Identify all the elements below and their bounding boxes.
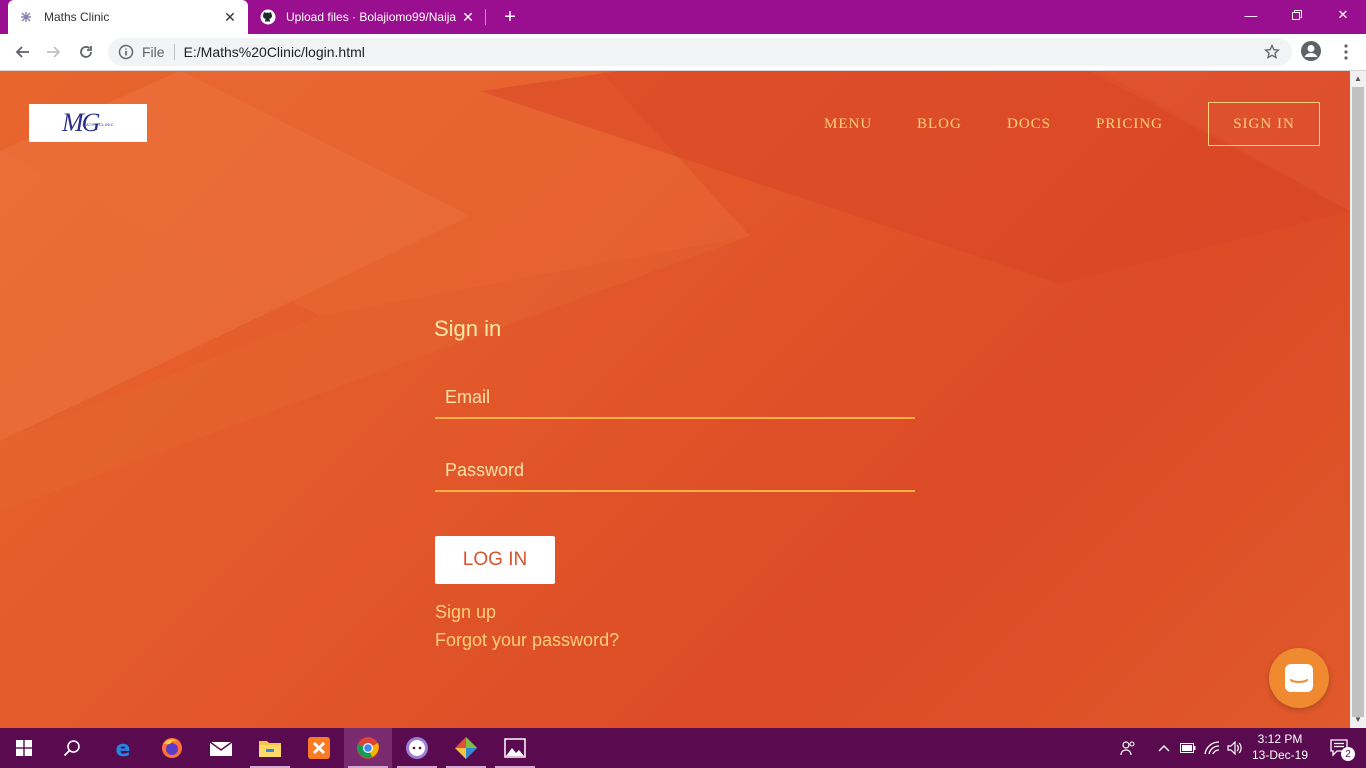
photos-icon[interactable]: [491, 728, 539, 768]
address-bar[interactable]: File E:/Maths%20Clinic/login.html: [108, 38, 1292, 66]
action-center-icon[interactable]: 2: [1318, 728, 1362, 768]
chrome-icon[interactable]: [344, 728, 392, 768]
taskbar-clock[interactable]: 3:12 PM 13-Dec-19: [1246, 731, 1314, 763]
reload-icon[interactable]: [72, 38, 100, 66]
github-desktop-icon[interactable]: [393, 728, 441, 768]
header-sign-in-button[interactable]: SIGN IN: [1208, 102, 1320, 146]
close-tab-icon[interactable]: ✕: [222, 9, 238, 25]
password-field-wrapper: [435, 450, 915, 492]
email-field-wrapper: [435, 377, 915, 419]
svg-text:e: e: [116, 737, 131, 760]
scroll-down-icon[interactable]: ▼: [1354, 716, 1362, 724]
new-tab-button[interactable]: +: [498, 5, 522, 29]
page-viewport: MG MATHS CLINIC MENU BLOG DOCS PRICING S…: [0, 71, 1350, 728]
tab-title: Upload files · Bolajiomo99/Naija: [286, 10, 457, 24]
form-title: Sign in: [434, 316, 502, 341]
nav-menu[interactable]: MENU: [824, 116, 872, 133]
github-icon: [260, 9, 276, 25]
nav-blog[interactable]: BLOG: [917, 116, 962, 133]
scroll-up-icon[interactable]: ▲: [1354, 75, 1362, 83]
logo-tagline: MATHS CLINIC: [82, 121, 114, 127]
minimize-icon[interactable]: —: [1228, 0, 1274, 30]
bookmark-star-icon[interactable]: [1264, 44, 1280, 60]
sign-up-link[interactable]: Sign up: [435, 602, 496, 623]
file-explorer-icon[interactable]: [246, 728, 294, 768]
show-hidden-icons-icon[interactable]: [1154, 728, 1174, 768]
nav-pricing[interactable]: PRICING: [1096, 116, 1163, 133]
page-scrollbar[interactable]: ▲ ▼: [1350, 71, 1366, 728]
forward-icon[interactable]: [40, 38, 68, 66]
forgot-password-link[interactable]: Forgot your password?: [435, 630, 619, 651]
notification-badge: 2: [1341, 747, 1355, 761]
nav-docs[interactable]: DOCS: [1007, 116, 1051, 133]
maths-clinic-favicon-icon: [18, 9, 34, 25]
tab-bar: Maths Clinic ✕ Upload files · Bolajiomo9…: [0, 0, 1366, 34]
search-icon[interactable]: [48, 728, 96, 768]
mail-icon[interactable]: [197, 728, 245, 768]
site-logo[interactable]: MG MATHS CLINIC: [29, 104, 147, 142]
git-icon[interactable]: [442, 728, 490, 768]
profile-avatar-icon[interactable]: [1300, 40, 1324, 64]
people-icon[interactable]: [1116, 728, 1140, 768]
browser-toolbar: File E:/Maths%20Clinic/login.html: [0, 34, 1366, 71]
omnibox-separator: [173, 44, 175, 60]
battery-icon[interactable]: [1178, 728, 1198, 768]
tab-title: Maths Clinic: [44, 10, 110, 24]
chat-widget-button[interactable]: [1269, 648, 1329, 708]
chat-icon: [1285, 664, 1313, 692]
volume-icon[interactable]: [1224, 728, 1246, 768]
tab-maths-clinic[interactable]: Maths Clinic ✕: [8, 0, 248, 34]
firefox-icon[interactable]: [148, 728, 196, 768]
log-in-button[interactable]: LOG IN: [435, 536, 555, 584]
url-text[interactable]: E:/Maths%20Clinic/login.html: [184, 44, 365, 60]
email-field[interactable]: [435, 377, 915, 417]
start-icon[interactable]: [0, 728, 48, 768]
windows-taskbar: e 3:12 PM 13-Dec-19 2: [0, 728, 1366, 768]
restore-icon[interactable]: [1274, 0, 1320, 30]
close-tab-icon[interactable]: ✕: [460, 9, 476, 25]
url-scheme: File: [142, 44, 165, 60]
scrollbar-thumb[interactable]: [1352, 87, 1364, 717]
password-field[interactable]: [435, 450, 915, 490]
back-icon[interactable]: [8, 38, 36, 66]
edge-icon[interactable]: e: [99, 728, 147, 768]
clock-time: 3:12 PM: [1257, 732, 1303, 746]
tab-upload-files[interactable]: Upload files · Bolajiomo99/Naija ✕: [250, 0, 486, 34]
xampp-icon[interactable]: [295, 728, 343, 768]
wifi-icon[interactable]: [1202, 728, 1222, 768]
browser-menu-icon[interactable]: [1337, 40, 1355, 64]
close-window-icon[interactable]: ✕: [1320, 0, 1366, 30]
clock-date: 13-Dec-19: [1251, 748, 1309, 762]
info-icon[interactable]: [118, 44, 134, 60]
